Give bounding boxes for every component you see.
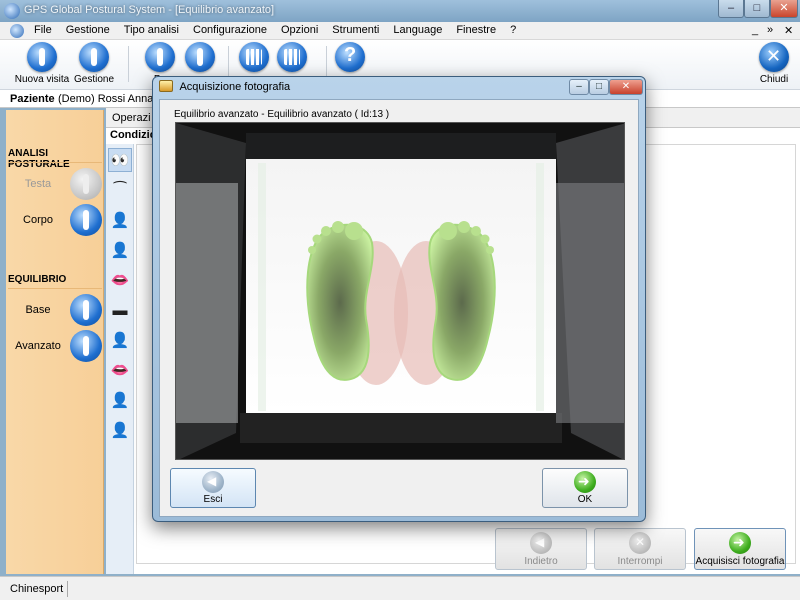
head-icon	[70, 168, 102, 200]
status-bar: Chinesport	[0, 576, 800, 600]
menu-gestione[interactable]: Gestione	[66, 24, 110, 36]
nuova-visita-button[interactable]: Nuova visita	[14, 42, 70, 85]
indietro-button[interactable]: Indietro	[495, 528, 587, 570]
person-icon	[185, 42, 215, 72]
pose-mouth-closed-icon[interactable]: ▬	[108, 298, 132, 322]
help-icon	[335, 42, 365, 72]
sidebar: ANALISI POSTURALE Testa Corpo EQUILIBRIO…	[6, 110, 104, 574]
pose-head-right-icon[interactable]: 👤	[108, 208, 132, 232]
menu-opzioni[interactable]: Opzioni	[281, 24, 318, 36]
mdi-minimize-button[interactable]: _	[752, 24, 758, 36]
patient-label: Paziente	[10, 93, 55, 105]
app-menu-icon[interactable]	[10, 24, 24, 38]
stop-icon	[629, 532, 651, 554]
mdi-close-button[interactable]: ✕	[784, 24, 793, 37]
menu-language[interactable]: Language	[393, 24, 442, 36]
window-title-bar: GPS Global Postural System - [Equilibrio…	[0, 0, 800, 22]
sidebar-item-corpo[interactable]: Corpo	[6, 202, 102, 238]
minimize-button[interactable]: –	[718, 0, 744, 18]
tab-operazioni[interactable]: Operazi	[112, 112, 151, 124]
person-icon	[79, 42, 109, 72]
gestione-button[interactable]: Gestione	[66, 42, 122, 85]
sidebar-item-base[interactable]: Base	[6, 292, 102, 328]
close-icon	[759, 42, 789, 72]
pose-mouth-open-icon[interactable]: 👄	[108, 268, 132, 292]
sidebar-item-avanzato[interactable]: Avanzato	[6, 328, 102, 364]
esci-button[interactable]: Esci	[170, 468, 256, 508]
interrompi-button[interactable]: Interrompi	[594, 528, 686, 570]
menu-file[interactable]: File	[34, 24, 52, 36]
dialog-close-button[interactable]: ✕	[609, 79, 643, 95]
help-button[interactable]	[322, 42, 378, 74]
foot-photo	[175, 122, 625, 460]
close-button[interactable]: ✕	[770, 0, 798, 18]
pose-eyes-closed-icon[interactable]: ⁀	[108, 178, 132, 202]
forward-arrow-icon	[574, 471, 596, 493]
menu-tipo-analisi[interactable]: Tipo analisi	[124, 24, 179, 36]
mdi-restore-button[interactable]: »	[767, 24, 773, 36]
divider	[8, 162, 102, 163]
menu-strumenti[interactable]: Strumenti	[332, 24, 379, 36]
dialog-title-bar: Acquisizione fotografia	[159, 80, 290, 98]
divider	[8, 288, 102, 289]
toolbar-person-button[interactable]	[172, 42, 228, 74]
menu-help[interactable]: ?	[510, 24, 516, 36]
acquisizione-dialog: Acquisizione fotografia – □ ✕ Equilibrio…	[152, 76, 646, 522]
feet-icon	[70, 294, 102, 326]
pose-head-down-icon[interactable]: 👤	[108, 418, 132, 442]
section-equilibrio: EQUILIBRIO	[8, 274, 67, 285]
menu-finestre[interactable]: Finestre	[456, 24, 496, 36]
back-arrow-icon	[202, 471, 224, 493]
status-text: Chinesport	[6, 581, 69, 597]
acquisition-label: Equilibrio avanzato - Equilibrio avanzat…	[174, 109, 390, 120]
pose-head-tilt-icon[interactable]: 👤	[108, 328, 132, 352]
dialog-body: Equilibrio avanzato - Equilibrio avanzat…	[159, 99, 639, 517]
toolbar-separator	[128, 46, 129, 82]
pose-eyes-open-icon[interactable]: 👀	[108, 148, 132, 172]
pose-head-left-icon[interactable]: 👤	[108, 238, 132, 262]
camera-icon	[159, 80, 173, 92]
app-icon	[4, 3, 20, 19]
pose-head-up-icon[interactable]: 👤	[108, 388, 132, 412]
panel-icon	[277, 42, 307, 72]
patient-name: (Demo) Rossi Anna	[58, 93, 154, 105]
forward-arrow-icon	[729, 532, 751, 554]
acquisisci-fotografia-button[interactable]: Acquisisci fotografia	[694, 528, 786, 570]
menu-bar: File Gestione Tipo analisi Configurazion…	[0, 22, 800, 40]
sidebar-item-testa[interactable]: Testa	[6, 166, 102, 202]
feet-icon	[70, 330, 102, 362]
body-icon	[70, 204, 102, 236]
pose-lips-icon[interactable]: 👄	[108, 358, 132, 382]
dialog-minimize-button[interactable]: –	[569, 79, 589, 95]
pose-icon-column: 👀 ⁀ 👤 👤 👄 ▬ 👤 👄 👤 👤	[106, 144, 134, 574]
dialog-maximize-button[interactable]: □	[589, 79, 609, 95]
maximize-button[interactable]: □	[744, 0, 770, 18]
ok-button[interactable]: OK	[542, 468, 628, 508]
person-icon	[27, 42, 57, 72]
dialog-title: Acquisizione fotografia	[179, 81, 291, 93]
foot-scan-image	[176, 123, 624, 459]
back-arrow-icon	[530, 532, 552, 554]
person-icon	[145, 42, 175, 72]
toolbar-panel-button[interactable]	[264, 42, 320, 74]
chiudi-button[interactable]: Chiudi	[746, 42, 800, 85]
menu-configurazione[interactable]: Configurazione	[193, 24, 267, 36]
window-title: GPS Global Postural System - [Equilibrio…	[24, 4, 275, 16]
